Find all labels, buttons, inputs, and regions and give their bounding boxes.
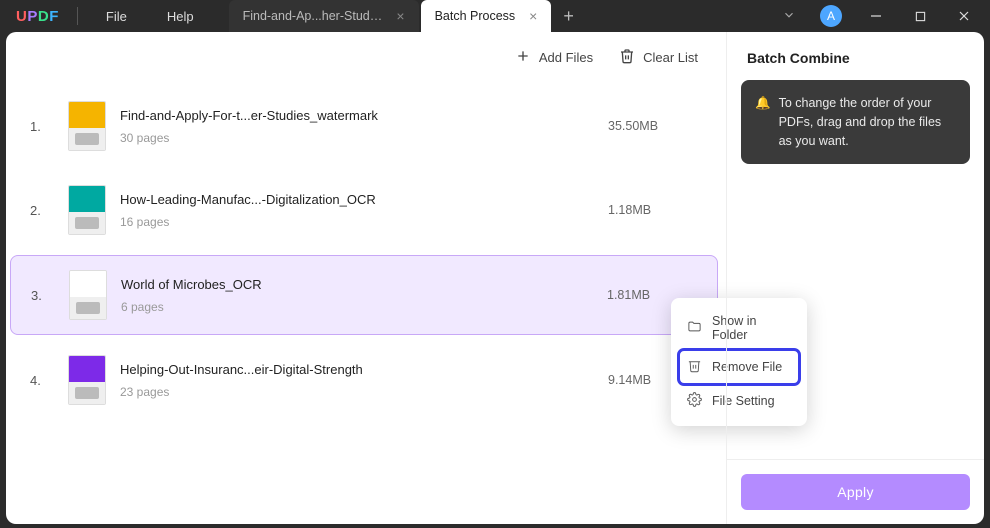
file-size: 35.50MB [608,119,708,133]
file-row[interactable]: 3.World of Microbes_OCR6 pages1.81MB [10,255,718,335]
clear-list-button[interactable]: Clear List [619,48,698,67]
apply-button[interactable]: Apply [741,474,970,510]
file-meta: How-Leading-Manufac...-Digitalization_OC… [120,192,608,229]
tip-box: 🔔 To change the order of your PDFs, drag… [741,80,970,164]
chevron-down-icon[interactable] [782,8,796,25]
file-name: Find-and-Apply-For-t...er-Studies_waterm… [120,108,608,123]
file-name: World of Microbes_OCR [121,277,607,292]
new-tab-button[interactable]: + [551,6,586,27]
main-panel: Add Files Clear List 1. Find-and-Apply-Fo… [6,32,726,524]
file-pages: 6 pages [121,300,607,314]
gear-icon [687,392,702,410]
minimize-button[interactable] [856,0,896,32]
folder-icon [687,319,702,337]
label: Add Files [539,50,593,65]
tab-inactive[interactable]: Find-and-Ap...her-Studies × [229,0,419,32]
divider [77,7,78,25]
close-icon[interactable]: × [396,8,404,24]
menu-help[interactable]: Help [147,9,214,24]
close-icon[interactable]: × [529,8,537,24]
action-bar: Add Files Clear List [6,32,726,77]
window-controls: A [782,0,984,32]
file-thumbnail [69,270,107,320]
row-number: 2. [30,203,56,218]
workspace: Add Files Clear List 1. Find-and-Apply-Fo… [6,32,984,524]
file-pages: 30 pages [120,131,608,145]
menu-file[interactable]: File [86,9,147,24]
file-row[interactable]: 1. Find-and-Apply-For-t...er-Studies_wate… [10,87,718,165]
file-meta: Find-and-Apply-For-t...er-Studies_waterm… [120,108,608,145]
file-row[interactable]: 2. How-Leading-Manufac...-Digitalization_… [10,171,718,249]
trash-icon [687,358,702,376]
file-thumbnail [68,355,106,405]
app-logo: UPDF [6,8,69,25]
tab-strip: Find-and-Ap...her-Studies × Batch Proces… [229,0,782,32]
file-name: How-Leading-Manufac...-Digitalization_OC… [120,192,608,207]
row-number: 4. [30,373,56,388]
file-name: Helping-Out-Insuranc...eir-Digital-Stren… [120,362,608,377]
titlebar: UPDF File Help Find-and-Ap...her-Studies… [0,0,990,32]
tab-active[interactable]: Batch Process × [421,0,552,32]
file-thumbnail [68,101,106,151]
file-pages: 23 pages [120,385,608,399]
file-pages: 16 pages [120,215,608,229]
file-size: 1.18MB [608,203,708,217]
file-list: 1. Find-and-Apply-For-t...er-Studies_wate… [6,77,726,524]
close-button[interactable] [944,0,984,32]
add-files-button[interactable]: Add Files [515,48,593,67]
trash-icon [619,48,635,67]
tab-title: Batch Process [435,9,516,23]
file-meta: Helping-Out-Insuranc...eir-Digital-Stren… [120,362,608,399]
tab-title: Find-and-Ap...her-Studies [243,9,383,23]
bell-icon: 🔔 [755,94,771,150]
file-row[interactable]: 4. Helping-Out-Insuranc...eir-Digital-Str… [10,341,718,419]
side-title: Batch Combine [727,32,984,80]
label: Clear List [643,50,698,65]
file-thumbnail [68,185,106,235]
file-meta: World of Microbes_OCR 6 pages [121,277,607,314]
plus-icon [515,48,531,67]
row-number: 1. [30,119,56,134]
tip-text: To change the order of your PDFs, drag a… [779,94,956,150]
apply-bar: Apply [727,459,984,524]
row-number: 3. [31,288,57,303]
maximize-button[interactable] [900,0,940,32]
avatar[interactable]: A [820,5,842,27]
side-panel: Batch Combine 🔔 To change the order of y… [726,32,984,524]
